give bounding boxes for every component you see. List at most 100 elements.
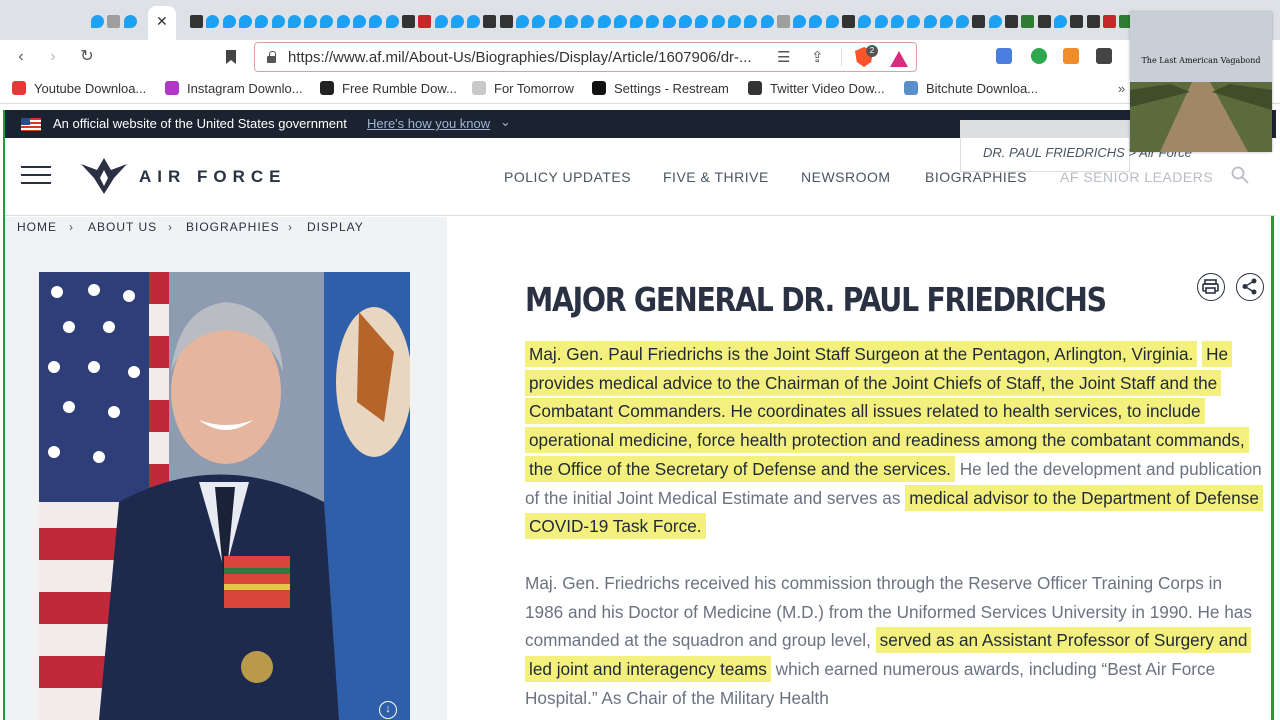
tab-favicon-icon[interactable] <box>858 15 872 28</box>
search-icon[interactable] <box>1231 166 1249 184</box>
heres-how-you-know-link[interactable]: Here's how you know <box>367 116 490 131</box>
tab-favicon-icon[interactable] <box>401 15 415 28</box>
tab-favicon-icon[interactable] <box>548 15 562 28</box>
tab-favicon-icon[interactable] <box>776 15 790 28</box>
evernote-extension-icon[interactable] <box>1031 48 1047 64</box>
lock-icon[interactable] <box>267 51 277 63</box>
tab-favicon-icon[interactable] <box>760 15 774 28</box>
chevron-down-icon[interactable]: ⌄ <box>500 114 511 130</box>
tab-favicon-icon[interactable] <box>597 15 611 28</box>
print-button[interactable] <box>1197 273 1225 301</box>
tab-favicon-icon[interactable] <box>695 15 709 28</box>
tab-favicon-icon[interactable] <box>956 15 970 28</box>
breadcrumb-home[interactable]: HOME <box>17 220 57 234</box>
tab-favicon-icon[interactable] <box>1053 15 1067 28</box>
download-photo-icon[interactable]: ↓ <box>379 701 397 719</box>
tab-favicon-icon[interactable] <box>450 15 464 28</box>
tab-favicon-icon[interactable] <box>287 15 301 28</box>
reader-mode-icon[interactable]: ☰ <box>777 48 790 66</box>
close-tab-icon[interactable]: ✕ <box>156 13 168 30</box>
extensions-puzzle-icon[interactable] <box>1096 48 1112 64</box>
tab-favicon-icon[interactable] <box>516 15 529 28</box>
tab-favicon-icon[interactable] <box>271 15 285 28</box>
bookmark-item[interactable]: Instagram Downlo... <box>165 80 303 98</box>
tab-favicon-icon[interactable] <box>727 15 741 28</box>
share-page-icon[interactable]: ⇪ <box>811 48 824 66</box>
breadcrumb-display: DISPLAY <box>307 220 364 234</box>
tab-favicon-icon[interactable] <box>744 15 758 28</box>
tab-favicon-icon[interactable] <box>711 15 725 28</box>
tab-favicon-icon[interactable] <box>353 15 366 28</box>
tab-favicon-icon[interactable] <box>923 15 937 28</box>
bookmark-item[interactable]: Twitter Video Dow... <box>748 80 885 98</box>
tab-favicon-icon[interactable] <box>988 15 1002 28</box>
bookmark-item[interactable]: For Tomorrow <box>472 80 574 98</box>
air-force-logo-icon[interactable] <box>81 156 127 196</box>
tab-favicon-icon[interactable] <box>1021 15 1035 28</box>
brand-wordmark[interactable]: AIR FORCE <box>139 167 287 187</box>
metamask-extension-icon[interactable] <box>1063 48 1079 64</box>
tab-favicon-icon[interactable] <box>320 15 334 28</box>
tab-favicon-icon[interactable] <box>646 15 660 28</box>
tab-favicon-icon[interactable] <box>939 15 953 28</box>
tab-favicon-icon[interactable] <box>1037 15 1051 28</box>
tab-favicon-icon[interactable] <box>1086 15 1100 28</box>
tab-favicon-icon[interactable] <box>483 15 497 28</box>
tab-favicon-icon[interactable] <box>222 15 236 28</box>
tab-favicon-icon[interactable] <box>91 15 104 28</box>
tab-favicon-icon[interactable] <box>532 15 546 28</box>
tab-favicon-icon[interactable] <box>467 15 481 28</box>
tab-favicon-icon[interactable] <box>418 15 432 28</box>
tab-favicon-icon[interactable] <box>499 15 513 28</box>
nav-policy-updates[interactable]: POLICY UPDATES <box>504 169 631 185</box>
highlight-1: Maj. Gen. Paul Friedrichs is the Joint S… <box>525 341 1198 367</box>
breadcrumb-biographies[interactable]: BIOGRAPHIES <box>186 220 280 234</box>
forward-icon[interactable]: › <box>42 46 64 68</box>
share-button[interactable] <box>1236 273 1264 301</box>
tab-favicon-icon[interactable] <box>825 15 839 28</box>
tab-favicon-icon[interactable] <box>369 15 383 28</box>
tab-favicon-icon[interactable] <box>890 15 904 28</box>
active-tab[interactable]: ✕ <box>148 6 176 40</box>
tab-favicon-icon[interactable] <box>564 15 578 28</box>
tab-favicon-icon[interactable] <box>336 15 350 28</box>
bookmark-item[interactable]: Free Rumble Dow... <box>320 80 457 98</box>
tab-favicon-icon[interactable] <box>842 15 855 28</box>
tab-favicon-icon[interactable] <box>679 15 692 28</box>
tab-favicon-icon[interactable] <box>434 15 448 28</box>
more-bookmarks-chevron-icon[interactable]: » <box>1118 80 1125 98</box>
tab-favicon-icon[interactable] <box>630 15 644 28</box>
tab-favicon-icon[interactable] <box>874 15 888 28</box>
tab-favicon-icon[interactable] <box>907 15 921 28</box>
tab-favicon-icon[interactable] <box>107 15 121 28</box>
tab-favicon-icon[interactable] <box>1102 15 1116 28</box>
tab-favicon-icon[interactable] <box>255 15 269 28</box>
tab-favicon-icon[interactable] <box>793 15 807 28</box>
tab-favicon-icon[interactable] <box>1005 15 1018 28</box>
tab-favicon-icon[interactable] <box>304 15 318 28</box>
tab-favicon-icon[interactable] <box>613 15 627 28</box>
address-bar[interactable]: https://www.af.mil/About-Us/Biographies/… <box>254 42 917 72</box>
back-icon[interactable]: ‹ <box>10 46 32 68</box>
bookmark-item[interactable]: Settings - Restream <box>592 80 729 98</box>
tab-favicon-icon[interactable] <box>190 15 203 28</box>
tab-favicon-icon[interactable] <box>581 15 595 28</box>
bookmark-item[interactable]: Bitchute Downloa... <box>904 80 1038 98</box>
bookmark-item[interactable]: Youtube Downloa... <box>12 80 146 98</box>
translate-extension-icon[interactable] <box>996 48 1012 64</box>
tab-favicon-icon[interactable] <box>385 15 399 28</box>
tab-favicon-icon[interactable] <box>662 15 676 28</box>
reload-icon[interactable]: ↻ <box>76 46 98 68</box>
tab-favicon-icon[interactable] <box>1070 15 1084 28</box>
tab-favicon-icon[interactable] <box>238 15 252 28</box>
tab-favicon-icon[interactable] <box>972 15 986 28</box>
menu-hamburger-icon[interactable] <box>21 165 51 185</box>
bookmark-icon[interactable] <box>220 46 242 68</box>
brave-rewards-icon[interactable] <box>890 51 908 67</box>
breadcrumb-about-us[interactable]: ABOUT US <box>88 220 157 234</box>
nav-five-and-thrive[interactable]: FIVE & THRIVE <box>663 169 769 185</box>
tab-favicon-icon[interactable] <box>123 15 137 28</box>
tab-favicon-icon[interactable] <box>206 15 220 28</box>
nav-newsroom[interactable]: NEWSROOM <box>801 169 891 185</box>
tab-favicon-icon[interactable] <box>809 15 823 28</box>
